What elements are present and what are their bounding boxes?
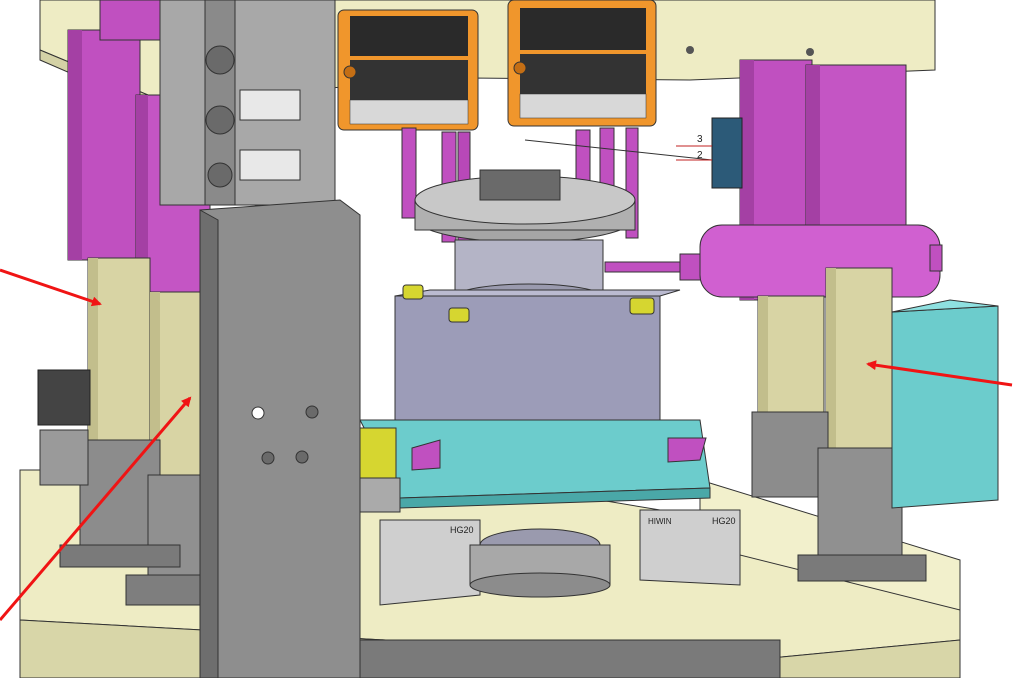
callout-number: 3 (697, 134, 703, 145)
terminal-module-right (507, 0, 657, 127)
right-guide-rod-front (825, 267, 893, 451)
right-guide-rod-rear (757, 295, 825, 417)
rail-brand-label: HIWIN (648, 517, 672, 526)
screw-hole (686, 46, 694, 54)
mounting-hole (305, 405, 319, 419)
front-vertical-plate (199, 199, 361, 679)
rail-model-label: HG20 (712, 516, 736, 526)
screw-hole (806, 48, 814, 56)
linear-rail-right: HIWIN HG20 (639, 509, 741, 586)
mounting-hole (261, 451, 275, 465)
cable-chain (159, 0, 336, 206)
arrow-left-upper (0, 268, 102, 307)
sensor-cable (524, 139, 713, 161)
left-sensor-block (37, 369, 91, 486)
terminal-module-left (337, 9, 479, 131)
locating-pin (402, 284, 424, 300)
cad-assembly-view: HG20 HIWIN HG20 3 2 (0, 0, 1017, 679)
mounting-hole (295, 450, 309, 464)
left-guide-rod-rear (87, 257, 151, 449)
locating-pin (629, 297, 655, 315)
right-cyan-box (891, 299, 999, 509)
locating-pin (448, 307, 470, 323)
cyan-table (359, 419, 711, 509)
rail-model-label: HG20 (450, 525, 474, 535)
bearing-hub (469, 528, 611, 598)
mounting-hole (251, 406, 265, 420)
callout-number: 2 (697, 150, 703, 161)
linear-rail-left: HG20 (379, 519, 481, 606)
